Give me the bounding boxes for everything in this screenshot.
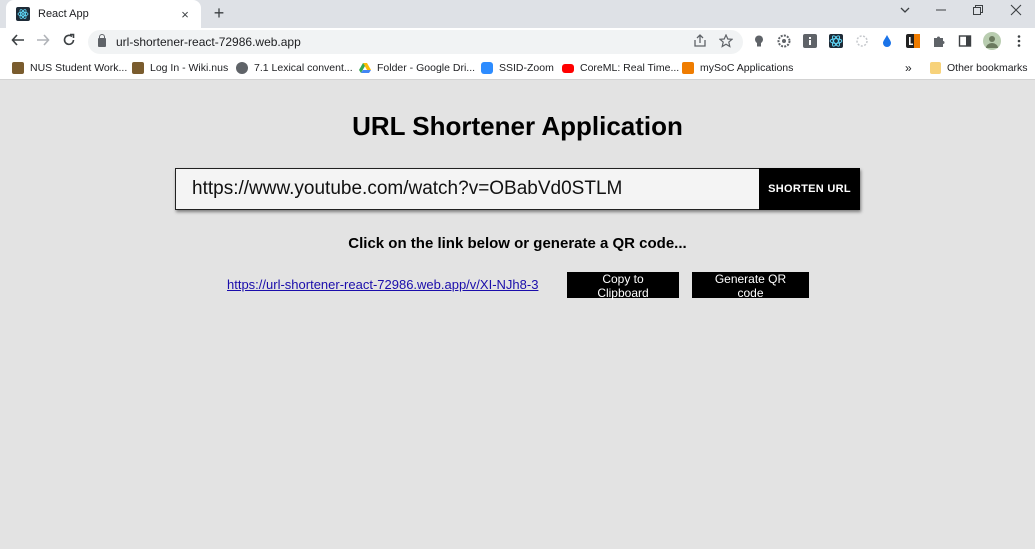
bookmark-label: 7.1 Lexical convent... xyxy=(254,62,353,74)
shorten-url-button[interactable]: SHORTEN URL xyxy=(759,168,860,210)
nus-crest-icon xyxy=(132,62,144,74)
puzzle-extensions-icon[interactable] xyxy=(932,34,946,48)
minimize-icon[interactable] xyxy=(929,2,953,22)
address-bar[interactable]: url-shortener-react-72986.web.app xyxy=(88,30,743,54)
short-url-link[interactable]: https://url-shortener-react-72986.web.ap… xyxy=(227,277,538,292)
bookmark-item[interactable]: NUS Student Work... xyxy=(12,61,127,75)
app-page: URL Shortener Application SHORTEN URL Cl… xyxy=(0,81,1035,549)
forward-arrow-icon[interactable] xyxy=(33,32,53,52)
star-icon[interactable] xyxy=(718,33,734,50)
bookmark-label: CoreML: Real Time... xyxy=(580,62,680,74)
back-arrow-icon[interactable] xyxy=(8,32,28,52)
drop-extension-icon[interactable] xyxy=(880,34,894,48)
zoom-icon xyxy=(481,62,493,74)
bookmark-item[interactable]: SSID-Zoom xyxy=(481,61,554,75)
info-extension-icon[interactable] xyxy=(803,34,817,48)
long-url-input[interactable] xyxy=(175,168,759,210)
page-title: URL Shortener Application xyxy=(352,111,683,141)
lock-icon xyxy=(98,33,106,47)
settings-extension-icon[interactable] xyxy=(777,34,791,48)
close-window-icon[interactable] xyxy=(1004,2,1028,22)
globe-icon xyxy=(236,62,248,74)
bookmark-item[interactable]: CoreML: Real Time... xyxy=(562,61,679,75)
copy-to-clipboard-button[interactable]: Copy to Clipboard xyxy=(567,272,679,300)
reload-icon[interactable] xyxy=(59,32,79,52)
nus-icon xyxy=(682,62,694,74)
tab-strip: React App × + xyxy=(0,0,1035,28)
bookmark-label: Log In - Wiki.nus xyxy=(150,62,229,74)
bookmarks-overflow-button[interactable]: » xyxy=(905,61,912,75)
side-panel-icon[interactable] xyxy=(958,34,972,48)
google-drive-icon xyxy=(359,62,371,74)
tab-search-icon[interactable] xyxy=(893,2,917,22)
lightbulb-icon[interactable] xyxy=(752,34,766,48)
tab-title: React App xyxy=(38,8,89,20)
profile-avatar-icon[interactable] xyxy=(983,32,1001,50)
loader-extension-icon[interactable] xyxy=(855,34,869,48)
share-icon[interactable] xyxy=(692,34,708,50)
shorten-form: SHORTEN URL xyxy=(175,168,860,210)
tab-react-app[interactable]: React App × xyxy=(6,0,201,28)
react-icon xyxy=(16,7,30,21)
close-tab-icon[interactable]: × xyxy=(177,7,193,22)
bookmark-label: SSID-Zoom xyxy=(499,62,554,74)
bookmark-label: Folder - Google Dri... xyxy=(377,62,476,74)
nus-crest-icon xyxy=(12,62,24,74)
folder-icon xyxy=(930,62,941,74)
other-bookmarks-folder[interactable]: Other bookmarks xyxy=(930,61,1028,75)
bookmark-item[interactable]: mySoC Applications xyxy=(682,61,793,75)
new-tab-button[interactable]: + xyxy=(209,3,229,23)
bookmark-item[interactable]: Log In - Wiki.nus xyxy=(132,61,228,75)
browser-toolbar: url-shortener-react-72986.web.app xyxy=(0,28,1035,56)
generate-qr-code-button[interactable]: Generate QR code xyxy=(692,272,809,300)
bookmarks-bar: NUS Student Work... Log In - Wiki.nus 7.… xyxy=(0,56,1035,80)
bookmark-label: mySoC Applications xyxy=(700,62,794,74)
instruction-text: Click on the link below or generate a QR… xyxy=(348,235,687,252)
bookmark-item[interactable]: Folder - Google Dri... xyxy=(359,61,475,75)
address-url: url-shortener-react-72986.web.app xyxy=(116,35,301,49)
restore-icon[interactable] xyxy=(966,2,990,22)
react-devtools-icon[interactable] xyxy=(829,34,843,48)
lt-extension-icon[interactable] xyxy=(906,34,920,48)
menu-kebab-icon[interactable] xyxy=(1012,34,1026,48)
bookmark-label: NUS Student Work... xyxy=(30,62,128,74)
bookmark-item[interactable]: 7.1 Lexical convent... xyxy=(236,61,353,75)
other-bookmarks-label: Other bookmarks xyxy=(947,62,1028,74)
youtube-icon xyxy=(562,63,574,73)
